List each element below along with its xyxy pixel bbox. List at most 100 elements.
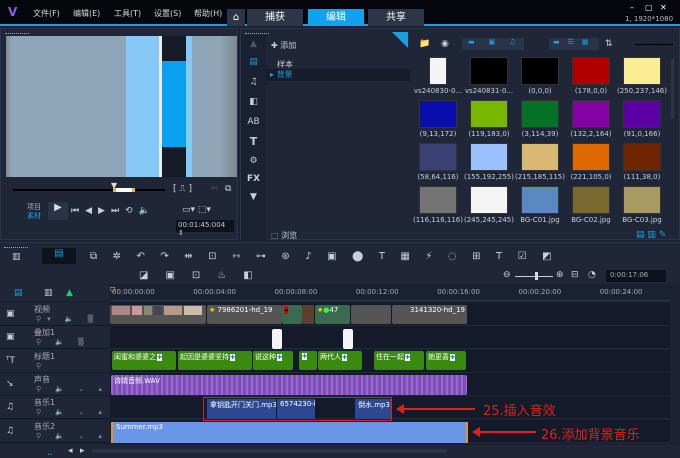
menu-file[interactable]: 文件(F): [33, 8, 60, 19]
music2-clip[interactable]: Summer.mp3: [111, 422, 468, 443]
ab-transition-icon[interactable]: AB: [241, 117, 266, 127]
close-icon[interactable]: ✕: [660, 3, 667, 12]
scroll-down-icon[interactable]: ▼: [241, 192, 266, 202]
overlay-clip[interactable]: [272, 329, 282, 349]
video-clip-muted[interactable]: ◂: [282, 305, 302, 324]
chapter-icon[interactable]: ▥: [44, 288, 53, 298]
record-icon[interactable]: ◉: [441, 39, 449, 49]
transport-controls[interactable]: ⏮◀▶⏭⟲🔈: [71, 206, 156, 216]
title-clip[interactable]: 说这种✚: [253, 351, 293, 370]
aspect-ratio-icon[interactable]: ▭▾ ⬚▾: [182, 205, 211, 215]
library-item[interactable]: (111,38,0): [617, 143, 667, 181]
view-toggle-buttons[interactable]: ▬☰▦: [549, 38, 599, 50]
track-controls[interactable]: ⚲ 🔈 ⌄ ▴: [36, 432, 108, 440]
storyboard-view-button[interactable]: ▥: [12, 252, 21, 262]
video-clip[interactable]: 3141320-hd_19: [392, 305, 467, 324]
library-item[interactable]: (178,0,0): [566, 57, 616, 95]
track-header[interactable]: ↘ 声音 ⚲ 🔈 ⌄ ▴: [0, 372, 110, 396]
track-header[interactable]: ▣ 视频 ⚲▾ 🔈 ▒: [0, 303, 110, 326]
title-clip[interactable]: 两代人✚: [318, 351, 362, 370]
scroll-up-icon[interactable]: ▲: [241, 39, 266, 49]
track-header[interactable]: ♫ 音乐2 ⚲ 🔈 ⌄ ▴: [0, 419, 110, 443]
video-clip[interactable]: ★ 7986201-hd_19: [207, 305, 282, 324]
video-clip[interactable]: [351, 305, 391, 324]
track-header[interactable]: ♫ 音乐1 ⚲ 🔈 ⌄ ▴: [0, 396, 110, 420]
minimize-icon[interactable]: –: [630, 3, 634, 12]
menu-help[interactable]: 帮助(H): [194, 8, 222, 19]
title-clip[interactable]: 她更喜✚: [426, 351, 466, 370]
zoom-out-icon[interactable]: ⊖: [503, 270, 511, 280]
track-manager-icon[interactable]: ▤: [14, 288, 23, 298]
title-clip[interactable]: 住在一起✚: [374, 351, 424, 370]
track-header[interactable]: ᵀT 标题1 ⚲: [0, 349, 110, 373]
menu-tools[interactable]: 工具(T): [114, 8, 141, 19]
split-icon[interactable]: ✂: [211, 184, 219, 194]
library-scrollbar[interactable]: [671, 59, 674, 119]
media-icon[interactable]: ▤: [241, 57, 266, 67]
browse-button[interactable]: ⬚ 浏览: [271, 230, 297, 241]
library-item[interactable]: (9,13,172): [413, 100, 463, 138]
library-item[interactable]: (245,245,245): [464, 186, 514, 224]
maximize-icon[interactable]: ▢: [645, 3, 653, 12]
library-item[interactable]: (58,64,116): [413, 143, 463, 181]
trim-range[interactable]: [113, 188, 135, 192]
sort-icon[interactable]: ⇅: [605, 39, 613, 49]
edit-tools-row2[interactable]: ◪▣⊡♨◧: [139, 270, 270, 281]
scroll-right-icon[interactable]: ▸: [80, 446, 85, 456]
thumbnail-size-slider[interactable]: [635, 44, 673, 45]
pin-icon[interactable]: [392, 32, 408, 48]
graphics-icon[interactable]: ⚙: [241, 156, 266, 166]
filter-video-button[interactable]: ▬▣♫: [462, 38, 524, 50]
library-item[interactable]: BG-C01.jpg: [515, 186, 565, 224]
mode-clip[interactable]: 素材: [27, 211, 41, 221]
add-folder-button[interactable]: ✚ 添加: [271, 40, 296, 51]
fx-icon[interactable]: FX: [241, 174, 266, 184]
track-controls[interactable]: ⚲ 🔈 ▒: [36, 338, 90, 346]
import-folder-icon[interactable]: 📁: [419, 39, 430, 49]
folder-background[interactable]: ▸ 背景: [266, 69, 410, 81]
tab-edit[interactable]: 编辑: [308, 9, 364, 26]
library-view-icons[interactable]: ▤ ▥ ✎: [636, 230, 666, 240]
title-clip[interactable]: ✚: [299, 351, 317, 370]
instant-project-icon[interactable]: ♫: [241, 77, 266, 87]
video-clip[interactable]: [302, 305, 314, 324]
track-controls[interactable]: ⚲▾ 🔈 ▒: [36, 315, 99, 323]
edit-tools-row1[interactable]: ⧉✲↶↷⇹⊡⇿⊶⊛♪▣⬤T▦⚡◌⊞T☑◩: [90, 251, 567, 262]
track-header[interactable]: ▣ 叠加1 ⚲ 🔈 ▒: [0, 326, 110, 350]
tab-capture[interactable]: 捕获: [247, 9, 303, 26]
zoom-in-icon[interactable]: ⊕: [556, 270, 564, 280]
title-clip[interactable]: 起因是婆婆坚持✚: [178, 351, 252, 370]
horizontal-scrollbar[interactable]: [92, 449, 447, 453]
track-controls[interactable]: ⚲ 🔈 ⌄ ▴: [36, 385, 108, 393]
playhead[interactable]: ⛉: [110, 286, 115, 295]
zoom-slider-thumb[interactable]: [535, 272, 538, 280]
home-tab[interactable]: ⌂: [227, 9, 245, 26]
scroll-left-icon[interactable]: ◂: [68, 446, 73, 456]
library-item[interactable]: (0,0,0): [515, 57, 565, 95]
scrubber-bar[interactable]: [13, 189, 165, 191]
mark-in-out-icons[interactable]: [ ⎍ ]: [173, 184, 192, 194]
library-item[interactable]: (250,237,146): [617, 57, 667, 95]
library-item[interactable]: BG-C03.jpg: [617, 186, 667, 224]
library-item[interactable]: (3,114,39): [515, 100, 565, 138]
menu-settings[interactable]: 设置(S): [154, 8, 181, 19]
title-icon[interactable]: T: [241, 135, 266, 148]
fit-project-icon[interactable]: ⊟: [571, 270, 579, 280]
library-item[interactable]: (91,0,166): [617, 100, 667, 138]
library-item[interactable]: (119,183,0): [464, 100, 514, 138]
video-clip-thumbs[interactable]: [110, 305, 206, 324]
library-item[interactable]: (221,105,0): [566, 143, 616, 181]
title-clip[interactable]: 闺蜜和婆婆之✚: [112, 351, 176, 370]
video-clip[interactable]: ★●47: [315, 305, 350, 324]
voice-clip[interactable]: 诗婧音频.WAV: [111, 375, 467, 395]
menu-edit[interactable]: 编辑(E): [73, 8, 100, 19]
library-item[interactable]: (116,116,116): [413, 186, 463, 224]
library-item[interactable]: (155,192,255): [464, 143, 514, 181]
transition-icon[interactable]: ◧: [241, 97, 266, 107]
fit-timeline-icon[interactable]: ⎵: [48, 446, 52, 456]
timecode-field[interactable]: 00:01:45:004 ⇕: [176, 220, 234, 237]
track-lane[interactable]: [110, 326, 670, 350]
tab-share[interactable]: 共享: [368, 9, 424, 26]
play-button[interactable]: ▶: [48, 202, 68, 220]
panel-grip[interactable]: [4, 247, 28, 249]
